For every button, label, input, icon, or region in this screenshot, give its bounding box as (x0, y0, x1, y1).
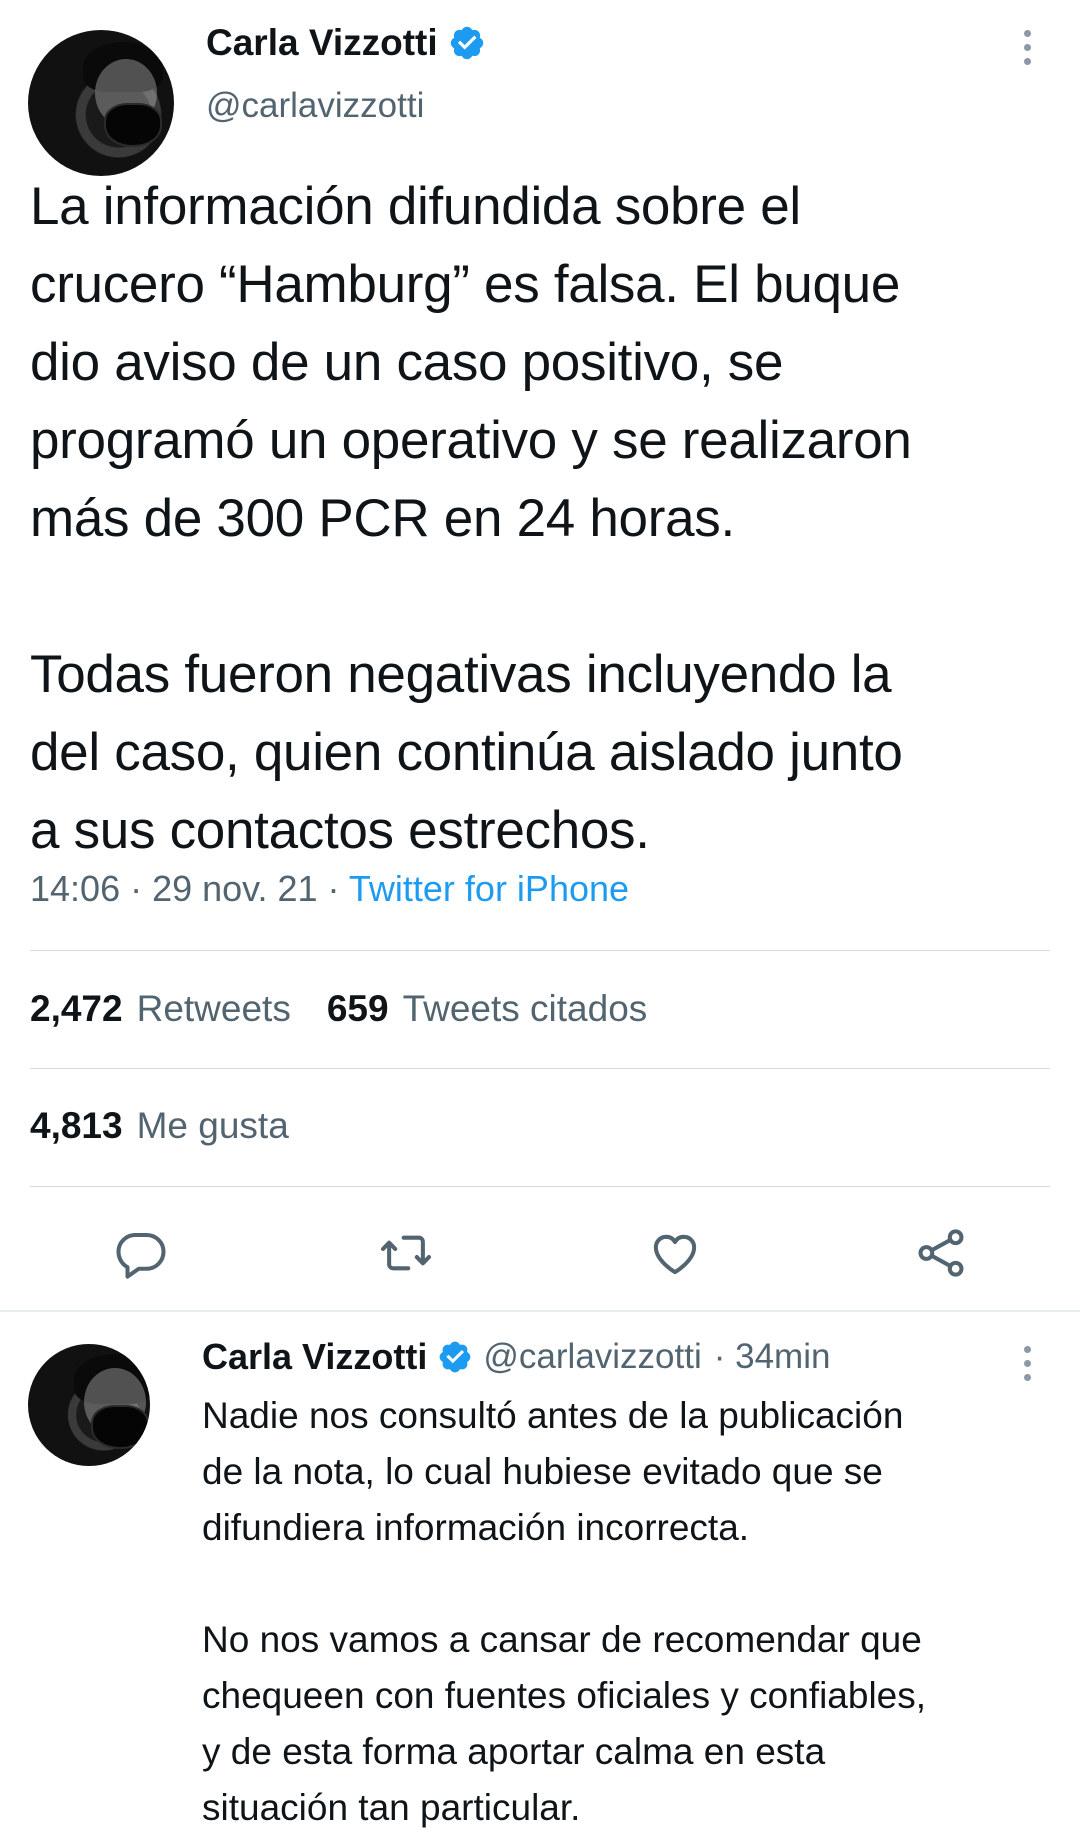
quotes-stat[interactable]: 659 Tweets citados (327, 988, 647, 1030)
likes-label: Me gusta (136, 1105, 289, 1146)
author-name[interactable]: Carla Vizzotti (206, 22, 438, 64)
quotes-count: 659 (326, 988, 389, 1029)
quotes-label: Tweets citados (402, 988, 648, 1029)
reply-more-options-icon[interactable] (1024, 1346, 1032, 1381)
retweets-stat[interactable]: 2,472 Retweets (30, 988, 291, 1030)
author-name-row[interactable]: Carla Vizzotti (206, 22, 486, 64)
retweets-count: 2,472 (30, 988, 123, 1029)
likes-count: 4,813 (30, 1105, 123, 1146)
likes-stats-row: 4,813 Me gusta (30, 1105, 325, 1147)
author-avatar[interactable] (28, 30, 174, 176)
reply-icon[interactable] (113, 1225, 169, 1281)
tweet-text: La información difundida sobre el crucer… (30, 177, 912, 860)
share-icon[interactable] (913, 1225, 969, 1281)
reply-author-name[interactable]: Carla Vizzotti (202, 1336, 427, 1378)
author-handle[interactable]: @carlavizzotti (206, 86, 424, 126)
divider (30, 1186, 1050, 1187)
tweet-source-link[interactable]: Twitter for iPhone (349, 868, 629, 909)
reply-time: · 34min (713, 1337, 831, 1376)
verified-badge-icon (437, 1339, 473, 1375)
verified-badge-icon (448, 24, 486, 62)
tweet-meta: 14:06 · 29 nov. 21 · Twitter for iPhone (30, 868, 629, 910)
tweet-actions-bar (0, 1218, 1080, 1288)
reply-author-handle[interactable]: @carlavizzotti (483, 1337, 701, 1377)
thread-divider (0, 1310, 1080, 1312)
retweet-icon[interactable] (378, 1225, 434, 1281)
divider (30, 1068, 1050, 1069)
more-options-icon[interactable] (1024, 30, 1032, 65)
retweets-label: Retweets (136, 988, 291, 1029)
like-icon[interactable] (647, 1225, 703, 1281)
likes-stat[interactable]: 4,813 Me gusta (30, 1105, 289, 1147)
reply-header-row: Carla Vizzotti @carlavizzotti · 34min (202, 1336, 830, 1378)
tweet-timestamp: 14:06 · 29 nov. 21 · (30, 868, 340, 909)
reply-text: Nadie nos consultó antes de la publicaci… (202, 1395, 927, 1828)
engagement-stats-row: 2,472 Retweets 659 Tweets citados (30, 988, 683, 1030)
divider (30, 950, 1050, 951)
reply-author-avatar[interactable] (28, 1344, 150, 1466)
